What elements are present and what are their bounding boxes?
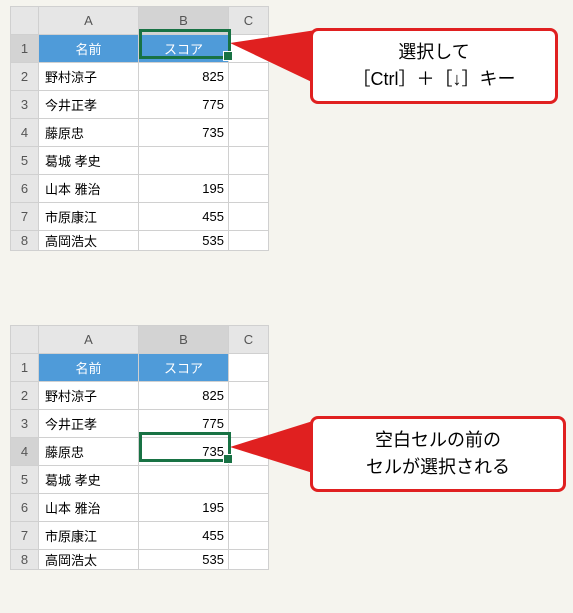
- callout-line: セルが選択される: [329, 454, 547, 481]
- row-header[interactable]: 2: [11, 382, 39, 410]
- row-header[interactable]: 8: [11, 231, 39, 251]
- cell-name[interactable]: 藤原忠: [39, 119, 139, 147]
- cell[interactable]: [229, 550, 269, 570]
- cell-score[interactable]: 535: [139, 550, 229, 570]
- cell-name[interactable]: 山本 雅治: [39, 494, 139, 522]
- col-header-C[interactable]: C: [229, 326, 269, 354]
- row-header[interactable]: 4: [11, 119, 39, 147]
- cell-score[interactable]: 735: [139, 438, 229, 466]
- cell[interactable]: [229, 119, 269, 147]
- col-header-B[interactable]: B: [139, 7, 229, 35]
- cell-name[interactable]: 葛城 孝史: [39, 147, 139, 175]
- select-all[interactable]: [11, 7, 39, 35]
- col-header-A[interactable]: A: [39, 7, 139, 35]
- cell-score[interactable]: 825: [139, 382, 229, 410]
- table-header-name[interactable]: 名前: [39, 354, 139, 382]
- cell[interactable]: [229, 382, 269, 410]
- row-header[interactable]: 6: [11, 494, 39, 522]
- row-header[interactable]: 7: [11, 203, 39, 231]
- cell[interactable]: [229, 354, 269, 382]
- row-header[interactable]: 3: [11, 410, 39, 438]
- callout-box: 空白セルの前の セルが選択される: [310, 416, 566, 492]
- cell-score[interactable]: 455: [139, 203, 229, 231]
- cell-name[interactable]: 野村涼子: [39, 382, 139, 410]
- cell-name[interactable]: 藤原忠: [39, 438, 139, 466]
- cell-score[interactable]: 735: [139, 119, 229, 147]
- cell-name[interactable]: 葛城 孝史: [39, 466, 139, 494]
- table-header-name[interactable]: 名前: [39, 35, 139, 63]
- cell-score[interactable]: 775: [139, 410, 229, 438]
- row-header[interactable]: 7: [11, 522, 39, 550]
- cell-score[interactable]: 775: [139, 91, 229, 119]
- cell-score[interactable]: 535: [139, 231, 229, 251]
- row-header[interactable]: 4: [11, 438, 39, 466]
- cell-score[interactable]: [139, 147, 229, 175]
- cell[interactable]: [229, 494, 269, 522]
- row-header[interactable]: 3: [11, 91, 39, 119]
- row-header[interactable]: 1: [11, 354, 39, 382]
- row-header[interactable]: 5: [11, 466, 39, 494]
- cell[interactable]: [229, 203, 269, 231]
- cell-score[interactable]: 825: [139, 63, 229, 91]
- table-header-score[interactable]: スコア: [139, 354, 229, 382]
- cell[interactable]: [229, 147, 269, 175]
- cell-name[interactable]: 野村涼子: [39, 63, 139, 91]
- cell[interactable]: [229, 231, 269, 251]
- row-header[interactable]: 8: [11, 550, 39, 570]
- cell[interactable]: [229, 175, 269, 203]
- cell-score[interactable]: 195: [139, 175, 229, 203]
- cell-score[interactable]: [139, 466, 229, 494]
- cell[interactable]: [229, 91, 269, 119]
- select-all[interactable]: [11, 326, 39, 354]
- table-header-score[interactable]: スコア: [139, 35, 229, 63]
- row-header[interactable]: 1: [11, 35, 39, 63]
- cell-name[interactable]: 高岡浩太: [39, 231, 139, 251]
- cell-name[interactable]: 市原康江: [39, 203, 139, 231]
- cell-score[interactable]: 195: [139, 494, 229, 522]
- row-header[interactable]: 5: [11, 147, 39, 175]
- callout-line: 空白セルの前の: [329, 427, 547, 454]
- col-header-B[interactable]: B: [139, 326, 229, 354]
- cell-name[interactable]: 今井正孝: [39, 91, 139, 119]
- callout-box: 選択して ［Ctrl］＋［↓］キー: [310, 28, 558, 104]
- cell-name[interactable]: 市原康江: [39, 522, 139, 550]
- cell-score[interactable]: 455: [139, 522, 229, 550]
- cell[interactable]: [229, 522, 269, 550]
- cell-name[interactable]: 山本 雅治: [39, 175, 139, 203]
- cell-name[interactable]: 今井正孝: [39, 410, 139, 438]
- row-header[interactable]: 6: [11, 175, 39, 203]
- col-header-A[interactable]: A: [39, 326, 139, 354]
- callout-line: 選択して: [329, 39, 539, 66]
- row-header[interactable]: 2: [11, 63, 39, 91]
- callout-line: ［Ctrl］＋［↓］キー: [329, 66, 539, 93]
- cell-name[interactable]: 高岡浩太: [39, 550, 139, 570]
